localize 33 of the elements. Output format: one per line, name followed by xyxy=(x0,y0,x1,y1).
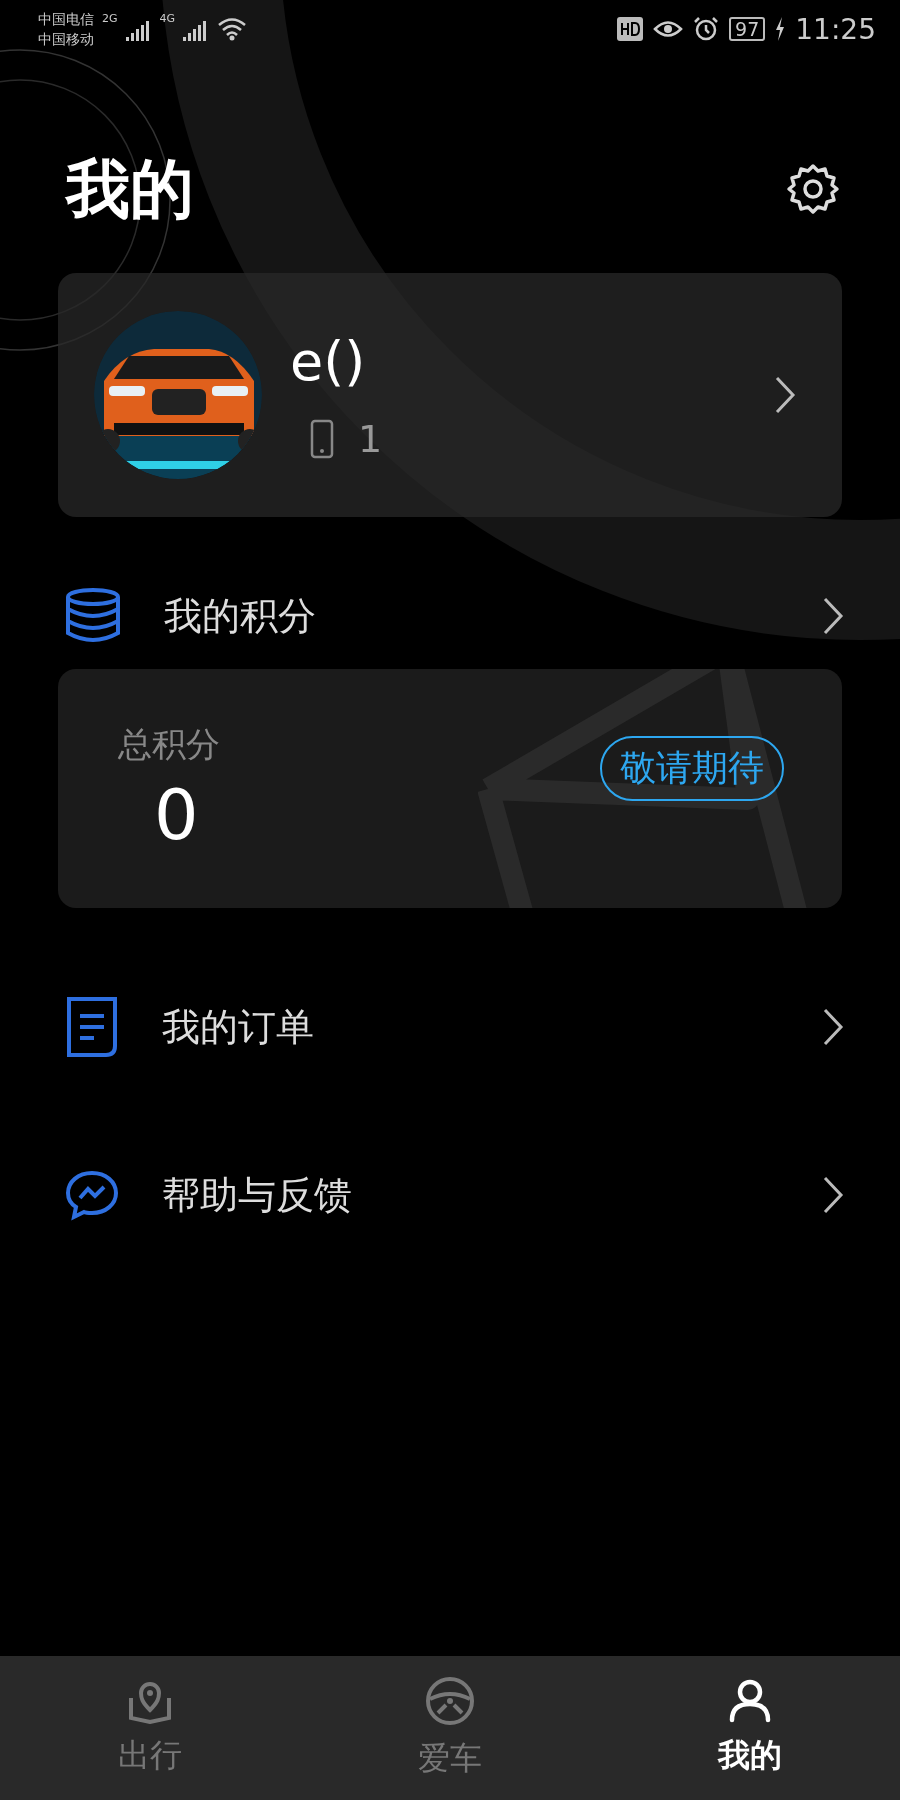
alarm-icon xyxy=(693,16,720,42)
tab[interactable]: 我的 xyxy=(600,1656,900,1800)
page-title: 我的 xyxy=(66,150,194,228)
settings-icon[interactable] xyxy=(786,162,840,216)
total-points-label: 总积分 xyxy=(118,722,220,766)
phone-number: 1 xyxy=(358,416,383,461)
network-type: 4G xyxy=(159,12,176,25)
chat-icon xyxy=(64,1169,120,1221)
document-icon xyxy=(64,996,120,1058)
coming-soon-badge: 敬请期待 xyxy=(600,736,784,801)
carrier-name: 中国移动 xyxy=(38,30,94,49)
wifi-icon xyxy=(217,17,248,41)
phone-icon xyxy=(310,418,334,459)
hd-icon xyxy=(617,17,644,41)
profile-card[interactable]: e() 1 xyxy=(58,273,842,517)
chevron-right-icon xyxy=(822,596,844,636)
battery-level: 97 xyxy=(729,17,766,41)
person-icon xyxy=(728,1678,772,1724)
points-row[interactable]: 我的积分 xyxy=(0,571,900,661)
network-type: 2G xyxy=(102,12,118,25)
chevron-right-icon xyxy=(822,1175,844,1215)
steering-wheel-icon xyxy=(424,1675,476,1727)
menu-row[interactable]: 帮助与反馈 xyxy=(0,1150,900,1240)
carrier-name: 中国电信 xyxy=(38,10,94,29)
charging-icon xyxy=(775,17,786,41)
chevron-right-icon xyxy=(822,1007,844,1047)
total-points-value: 0 xyxy=(154,773,200,856)
coin-stack-icon xyxy=(64,587,122,645)
eye-icon xyxy=(653,18,684,40)
username: e() xyxy=(290,329,367,393)
chevron-right-icon xyxy=(774,375,796,415)
clock-time: 11:25 xyxy=(795,12,876,46)
menu-row[interactable]: 我的订单 xyxy=(0,982,900,1072)
